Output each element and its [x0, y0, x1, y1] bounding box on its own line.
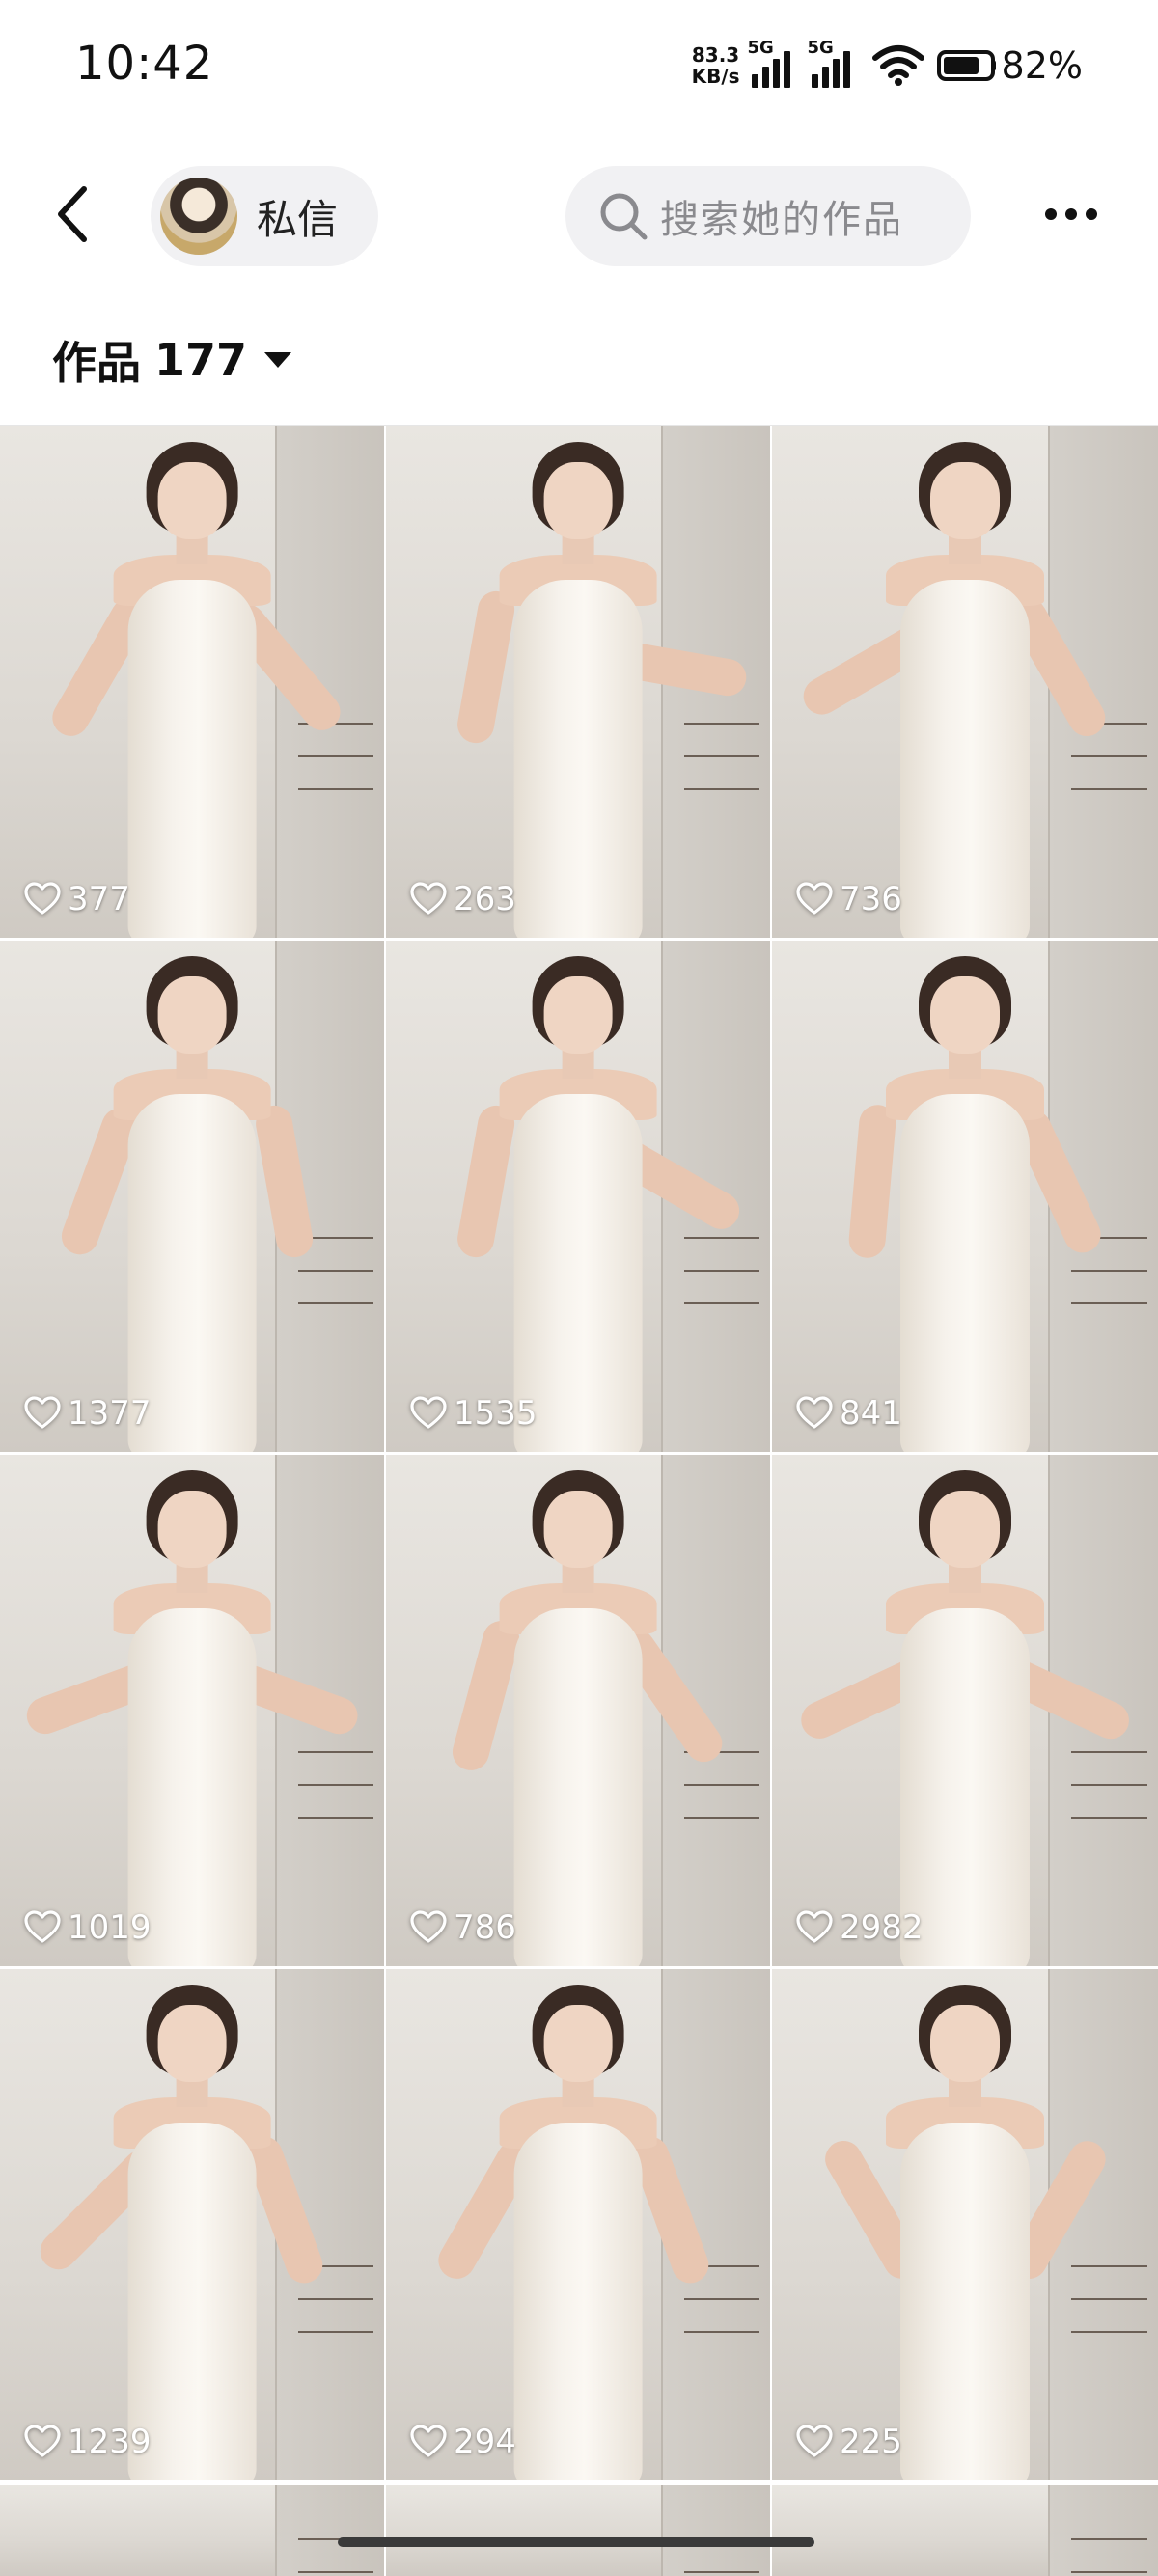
like-count-value: 263	[454, 880, 516, 918]
video-thumbnail[interactable]: 225	[772, 1969, 1158, 2480]
search-placeholder: 搜索她的作品	[660, 198, 903, 242]
battery-indicator: 82%	[936, 44, 1083, 87]
video-thumbnail[interactable]: 736	[772, 426, 1158, 938]
avatar	[160, 178, 237, 255]
direct-message-label: 私信	[257, 195, 339, 243]
like-count-value: 736	[840, 880, 902, 918]
more-horizontal-icon	[1045, 208, 1057, 220]
like-count-value: 294	[454, 2423, 516, 2461]
video-thumbnail[interactable]: 377	[0, 426, 384, 938]
like-count: 1239	[23, 2423, 152, 2461]
video-thumbnail-partial[interactable]	[772, 2485, 1158, 2576]
like-count: 1535	[409, 1394, 538, 1433]
like-count: 786	[409, 1908, 516, 1947]
heart-outline-icon	[410, 2425, 447, 2457]
heart-outline-icon	[24, 1910, 61, 1943]
thumbnail-figure	[21, 1455, 363, 1966]
like-count-value: 225	[840, 2423, 902, 2461]
video-thumbnail[interactable]: 841	[772, 941, 1158, 1452]
video-thumbnail-partial[interactable]	[386, 2485, 770, 2576]
thumbnail-figure	[431, 1969, 714, 2480]
like-count: 294	[409, 2423, 516, 2461]
like-count: 377	[23, 880, 130, 918]
more-options-button[interactable]	[1033, 176, 1110, 253]
thumbnail-figure	[56, 941, 317, 1452]
battery-icon	[936, 50, 996, 81]
status-indicators: 83.3 KB/s 5G 5G 82%	[692, 37, 1083, 95]
status-bar: 10:42 83.3 KB/s 5G 5G 82%	[0, 0, 1158, 135]
thumbnail-figure	[794, 1455, 1136, 1966]
like-count: 263	[409, 880, 516, 918]
video-thumbnail[interactable]: 786	[386, 1455, 770, 1966]
works-count: 177	[154, 334, 248, 386]
like-count-value: 2982	[840, 1908, 924, 1947]
caret-down-icon	[264, 352, 292, 368]
thumbnail-figure	[817, 1969, 1113, 2480]
battery-percent: 82%	[1001, 44, 1083, 87]
thumbnail-figure	[448, 1455, 730, 1966]
heart-outline-icon	[24, 1396, 61, 1429]
heart-outline-icon	[410, 1396, 447, 1429]
direct-message-button[interactable]: 私信	[151, 166, 378, 266]
like-count-value: 1019	[68, 1908, 152, 1947]
thumbnail-figure	[45, 426, 348, 938]
back-button[interactable]	[39, 176, 106, 253]
home-indicator[interactable]	[338, 2537, 814, 2547]
heart-outline-icon	[796, 1396, 833, 1429]
signal-1-label: 5G	[747, 38, 774, 58]
like-count-value: 1239	[68, 2423, 152, 2461]
thumbnail-figure	[796, 426, 1113, 938]
like-count-value: 841	[840, 1394, 902, 1433]
heart-outline-icon	[410, 1910, 447, 1943]
like-count: 2982	[795, 1908, 924, 1947]
like-count-value: 377	[68, 880, 130, 918]
video-thumbnail[interactable]: 1239	[0, 1969, 384, 2480]
heart-outline-icon	[24, 882, 61, 915]
chevron-left-icon	[58, 186, 87, 242]
status-time: 10:42	[75, 37, 214, 91]
video-thumbnail[interactable]: 294	[386, 1969, 770, 2480]
heart-outline-icon	[410, 882, 447, 915]
like-count: 1019	[23, 1908, 152, 1947]
like-count-value: 1535	[454, 1394, 538, 1433]
network-speed-unit: KB/s	[691, 65, 740, 88]
video-thumbnail[interactable]: 263	[386, 426, 770, 938]
cellular-signal-icon: 5G	[748, 38, 800, 88]
like-count: 736	[795, 880, 902, 918]
cellular-signal-icon-2: 5G	[808, 38, 860, 88]
heart-outline-icon	[796, 2425, 833, 2457]
search-input[interactable]: 搜索她的作品	[565, 166, 971, 266]
thumbnail-figure	[454, 941, 746, 1452]
video-thumbnail[interactable]: 1535	[386, 941, 770, 1452]
thumbnail-figure	[454, 426, 750, 938]
profile-header: 私信 搜索她的作品	[0, 154, 1158, 274]
works-filter-dropdown[interactable]: 作品 177	[52, 326, 292, 394]
works-grid: 377 263 736 1377 1535 841 1019 786 2982 1239 294 22…	[0, 426, 1158, 2480]
like-count: 1377	[23, 1394, 152, 1433]
thumbnail-figure	[32, 1969, 328, 2480]
heart-outline-icon	[796, 1910, 833, 1943]
video-thumbnail[interactable]: 2982	[772, 1455, 1158, 1966]
network-speed-value: 83.3	[691, 43, 740, 67]
more-dot	[1065, 208, 1077, 220]
signal-2-label: 5G	[807, 38, 834, 58]
video-thumbnail[interactable]: 1377	[0, 941, 384, 1452]
like-count-value: 786	[454, 1908, 516, 1947]
video-thumbnail[interactable]: 1019	[0, 1455, 384, 1966]
more-dot	[1086, 208, 1097, 220]
like-count: 841	[795, 1394, 902, 1433]
search-icon	[594, 187, 652, 245]
like-count-value: 1377	[68, 1394, 152, 1433]
works-title: 作品	[52, 337, 141, 389]
video-thumbnail-partial[interactable]	[0, 2485, 384, 2576]
like-count: 225	[795, 2423, 902, 2461]
heart-outline-icon	[24, 2425, 61, 2457]
heart-outline-icon	[796, 882, 833, 915]
wifi-icon	[871, 44, 925, 87]
thumbnail-figure	[846, 941, 1108, 1452]
works-grid-partial-row	[0, 2485, 1158, 2576]
network-speed: 83.3 KB/s	[692, 44, 740, 87]
